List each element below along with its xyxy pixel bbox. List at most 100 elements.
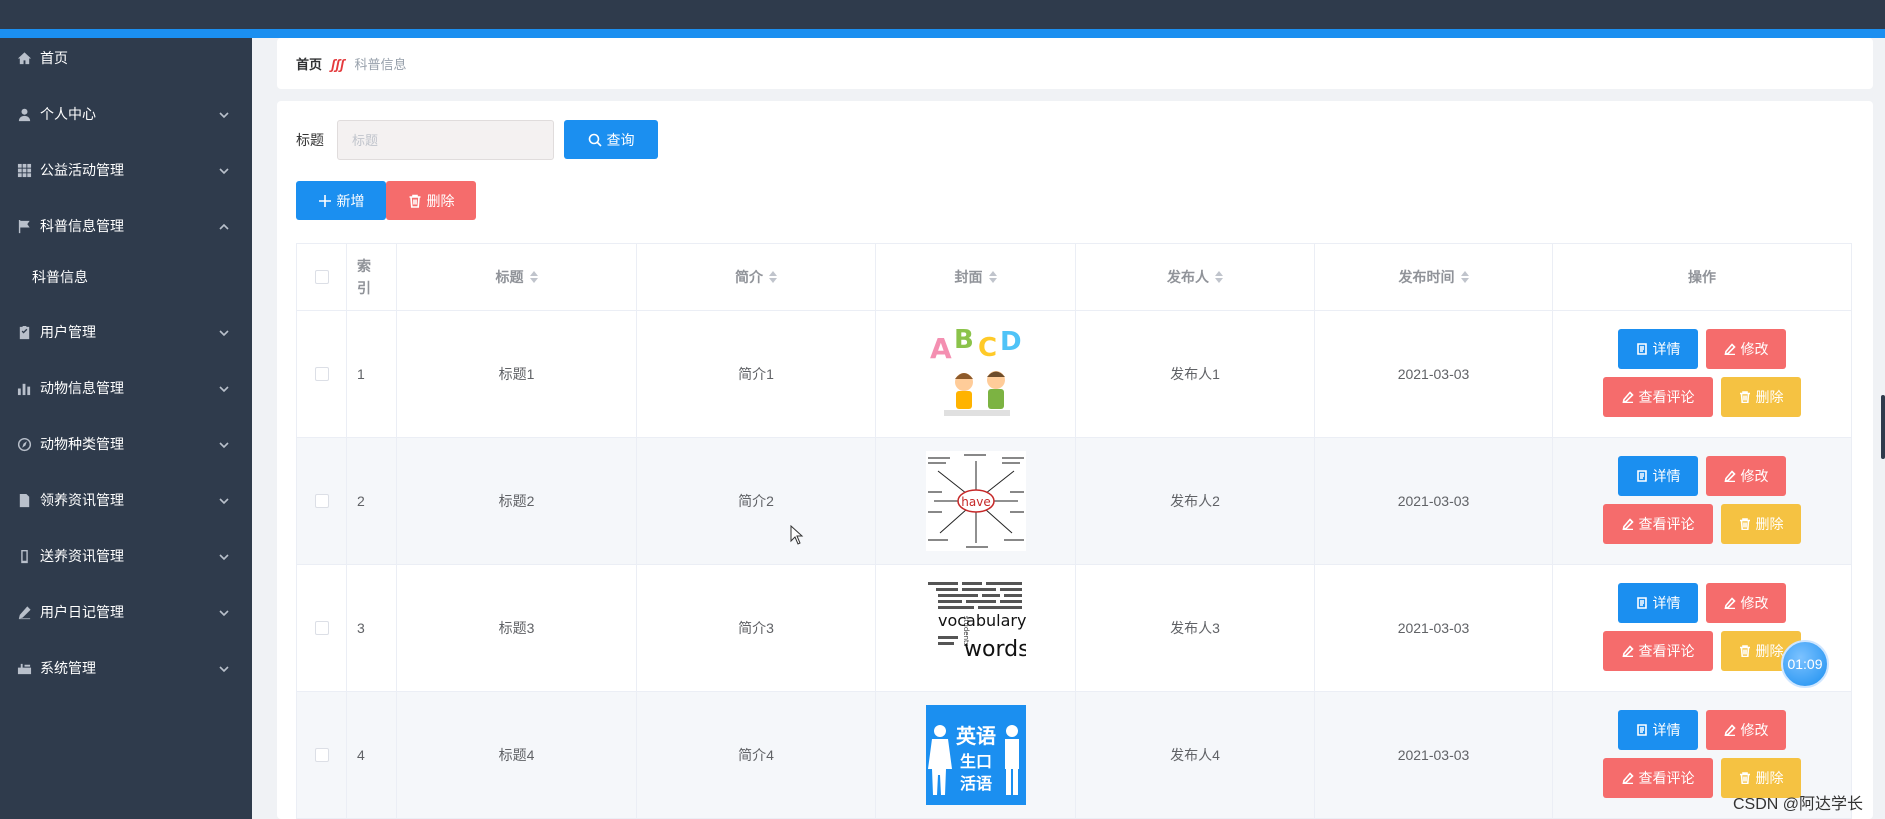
search-input[interactable]	[337, 120, 554, 160]
sidebar-item-home[interactable]: 首页	[0, 38, 252, 78]
detail-button[interactable]: 详情	[1618, 583, 1698, 623]
sidebar-item-animal-species[interactable]: 动物种类管理	[0, 424, 252, 464]
breadcrumb-home[interactable]: 首页	[296, 54, 322, 73]
user-icon	[16, 106, 32, 122]
edit-icon	[1621, 645, 1634, 657]
mouse-cursor-icon	[790, 525, 804, 545]
header-cover[interactable]: 封面	[876, 244, 1076, 310]
add-button[interactable]: 新增	[296, 181, 386, 220]
header-intro[interactable]: 简介	[637, 244, 876, 310]
comment-label: 查看评论	[1638, 516, 1695, 532]
sidebar-item-system-management[interactable]: 系统管理	[0, 648, 252, 688]
timer-badge[interactable]: 01:09	[1781, 640, 1829, 688]
sort-icon[interactable]	[529, 271, 538, 283]
chevron-up-icon	[218, 220, 230, 232]
batch-delete-button[interactable]: 删除	[386, 181, 476, 220]
comment-label: 查看评论	[1638, 770, 1695, 786]
view-comments-button[interactable]: 查看评论	[1603, 377, 1713, 417]
edit-button[interactable]: 修改	[1706, 456, 1786, 496]
chevron-down-icon	[218, 606, 230, 618]
view-comments-button[interactable]: 查看评论	[1603, 631, 1713, 671]
detail-label: 详情	[1652, 468, 1681, 484]
sort-icon[interactable]	[769, 271, 777, 283]
english-oral-image[interactable]: 英语 生口 活语	[925, 705, 1026, 805]
row-publisher: 发布人3	[1076, 565, 1315, 691]
row-publisher: 发布人4	[1076, 692, 1315, 818]
search-icon	[588, 133, 602, 147]
edit-icon	[1723, 597, 1736, 609]
row-checkbox[interactable]	[314, 748, 329, 762]
header-time[interactable]: 发布时间	[1315, 244, 1553, 310]
table-row: 4 标题4 简介4 英语 生口 活语 发布人4 2021-03-03 详情 修改…	[297, 692, 1852, 819]
header-title-label: 标题	[495, 269, 524, 285]
edit-label: 修改	[1740, 595, 1769, 611]
cover-letter: A	[930, 332, 952, 365]
detail-button[interactable]: 详情	[1618, 456, 1698, 496]
row-checkbox[interactable]	[314, 367, 329, 381]
sidebar-item-label: 用户日记管理	[40, 604, 124, 620]
sidebar-item-user-management[interactable]: 用户管理	[0, 312, 252, 352]
row-checkbox-cell	[297, 692, 347, 818]
sidebar: 首页 个人中心 公益活动管理 科普信息管理 科普信息 用户管理 动物信息管理 动…	[0, 38, 252, 819]
cover-letter: D	[1000, 327, 1022, 357]
edit-button[interactable]: 修改	[1706, 710, 1786, 750]
header-cover-label: 封面	[954, 269, 983, 285]
detail-button[interactable]: 详情	[1618, 329, 1698, 369]
header-title[interactable]: 标题	[397, 244, 637, 310]
row-checkbox[interactable]	[314, 621, 329, 635]
sort-icon[interactable]	[1215, 271, 1223, 283]
sidebar-item-rehoming-news[interactable]: 送养资讯管理	[0, 536, 252, 576]
cover-letter: B	[954, 325, 974, 355]
row-publisher: 发布人1	[1076, 311, 1315, 437]
row-intro: 简介3	[637, 565, 876, 691]
view-comments-button[interactable]: 查看评论	[1603, 504, 1713, 544]
breadcrumb: 首页 ʃʃʃ 科普信息	[277, 38, 1873, 89]
document-icon	[1636, 343, 1647, 355]
ops-row-bottom: 查看评论 删除	[1553, 504, 1851, 544]
sidebar-item-science-info[interactable]: 科普信息管理	[0, 206, 252, 246]
chevron-down-icon	[218, 550, 230, 562]
cover-text: 英语	[956, 724, 996, 748]
sidebar-item-charity-activity[interactable]: 公益活动管理	[0, 150, 252, 190]
chevron-down-icon	[218, 326, 230, 338]
row-title: 标题3	[397, 565, 637, 691]
sidebar-subitem-science-info[interactable]: 科普信息	[0, 257, 252, 297]
ops-row-top: 详情 修改	[1553, 710, 1851, 750]
table-row: 3 标题3 简介3 students vocabulary words 发布人3…	[297, 565, 1852, 692]
data-table: 索引 标题 简介 封面 发布人 发布时间 操作 1 标题1 简介1 A B C	[296, 243, 1852, 819]
trash-icon	[409, 194, 420, 208]
sort-icon[interactable]	[988, 271, 997, 283]
clipboard-icon	[16, 324, 32, 340]
sidebar-item-personal-center[interactable]: 个人中心	[0, 94, 252, 134]
edit-button[interactable]: 修改	[1706, 329, 1786, 369]
edit-icon	[1621, 391, 1634, 403]
query-button[interactable]: 查询	[564, 120, 658, 159]
vocabulary-words-image[interactable]: students vocabulary words	[925, 578, 1026, 678]
sidebar-item-label: 用户管理	[40, 324, 96, 340]
document-icon	[1636, 470, 1647, 482]
have-mindmap-image[interactable]: have	[925, 451, 1026, 551]
sidebar-item-label: 送养资讯管理	[40, 548, 124, 564]
breadcrumb-current: 科普信息	[354, 57, 407, 72]
row-checkbox-cell	[297, 438, 347, 564]
edit-button[interactable]: 修改	[1706, 583, 1786, 623]
header-publisher[interactable]: 发布人	[1076, 244, 1315, 310]
select-all-checkbox[interactable]	[314, 270, 329, 284]
sort-icon[interactable]	[1460, 271, 1469, 283]
plus-icon	[318, 194, 331, 207]
view-comments-button[interactable]: 查看评论	[1603, 758, 1713, 798]
search-label: 标题	[296, 132, 324, 148]
row-checkbox[interactable]	[314, 494, 329, 508]
detail-button[interactable]: 详情	[1618, 710, 1698, 750]
sidebar-item-adoption-news[interactable]: 领养资讯管理	[0, 480, 252, 520]
sidebar-item-user-diary[interactable]: 用户日记管理	[0, 592, 252, 632]
edit-label: 修改	[1740, 341, 1769, 357]
abcd-kids-image[interactable]: A B C D	[925, 324, 1026, 424]
delete-button[interactable]: 删除	[1721, 377, 1801, 417]
sidebar-item-animal-info[interactable]: 动物信息管理	[0, 368, 252, 408]
delete-button[interactable]: 删除	[1721, 504, 1801, 544]
scrollbar[interactable]	[1881, 395, 1885, 459]
table-row: 2 标题2 简介2 have 发布人2 2021-03-03 详情 修改 查看评…	[297, 438, 1852, 565]
row-time: 2021-03-03	[1315, 311, 1553, 437]
home-icon	[16, 50, 32, 66]
